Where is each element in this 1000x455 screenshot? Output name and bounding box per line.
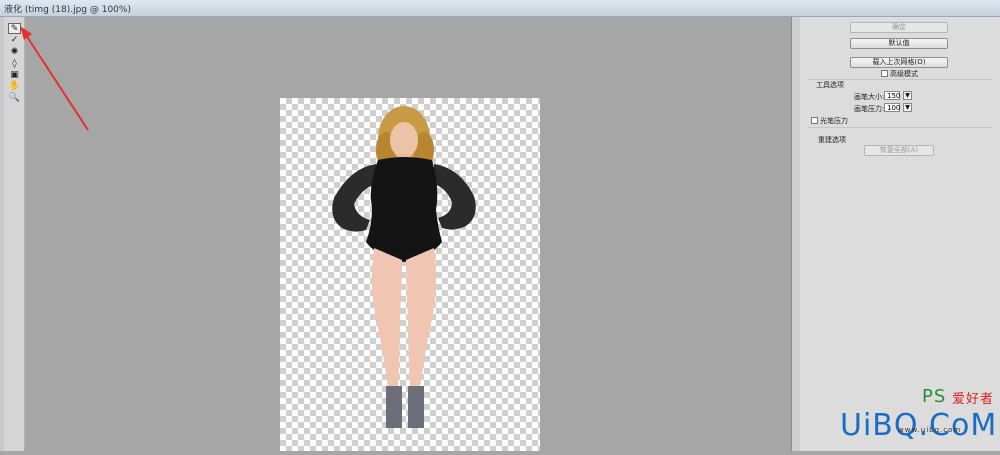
liquify-window: 液化 (timg (18).jpg @ 100%) ✎ ✓ ✺ ◊ ▣ ✋ 🔍 xyxy=(0,0,1000,451)
watermark-ps: PS xyxy=(922,386,947,407)
brush-size-dropdown-icon[interactable]: ▼ xyxy=(903,91,912,100)
restore-all-button[interactable]: 恢复全部(A) xyxy=(864,145,934,156)
advanced-mode-label: 高级模式 xyxy=(890,70,918,78)
stylus-pressure-label: 光笔压力 xyxy=(820,117,848,125)
load-last-mesh-button[interactable]: 载入上次网格(O) xyxy=(850,57,948,68)
watermark-url: www.uibq.com xyxy=(898,426,962,434)
vertical-scrollbar[interactable] xyxy=(792,17,800,451)
divider xyxy=(808,127,992,128)
advanced-mode-checkbox[interactable] xyxy=(881,70,888,77)
tool-options-heading: 工具选项 xyxy=(816,81,844,89)
brush-pressure-input[interactable]: 100 xyxy=(884,103,900,112)
brush-size-label: 画笔大小: xyxy=(854,93,885,101)
reconstruct-options-heading: 重建选项 xyxy=(818,136,846,144)
brush-size-input[interactable]: 150 xyxy=(884,91,900,100)
watermark-cn: 爱好者 xyxy=(952,392,995,407)
document-image[interactable] xyxy=(280,98,540,451)
model-figure-illustration xyxy=(332,106,476,428)
stylus-pressure-checkbox[interactable] xyxy=(811,117,818,124)
brush-pressure-label: 画笔压力: xyxy=(854,105,885,113)
brush-pressure-dropdown-icon[interactable]: ▼ xyxy=(903,103,912,112)
site-watermark: UiBQ.CoM PS 爱好者 www.uibq.com xyxy=(840,386,997,443)
ok-button[interactable]: 确定 xyxy=(850,22,948,33)
annotation-arrow xyxy=(20,26,89,131)
title-bar: 液化 (timg (18).jpg @ 100%) xyxy=(0,0,1000,17)
default-button[interactable]: 默认值 xyxy=(850,38,948,49)
